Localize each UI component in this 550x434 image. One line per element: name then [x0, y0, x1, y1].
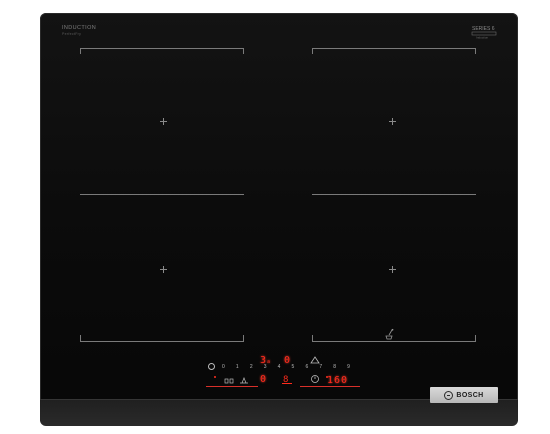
zone-front-left-bottom-marker [80, 341, 244, 343]
power-level-7[interactable]: 7 [319, 364, 322, 370]
power-level-9[interactable]: 9 [347, 364, 350, 370]
power-level-5[interactable]: 5 [292, 364, 295, 370]
zone-front-right-bottom-tick-l [312, 335, 314, 341]
zone-front-left-bottom-tick-r [243, 335, 245, 341]
boost-icon[interactable] [239, 376, 249, 385]
zone-center-mark-rear-right [389, 118, 396, 125]
power-level-0[interactable]: 0 [222, 364, 225, 370]
power-level-4[interactable]: 4 [278, 364, 281, 370]
led-indicator-left [214, 376, 216, 378]
brand-name: BOSCH [456, 391, 484, 399]
power-icon[interactable] [208, 363, 215, 370]
power-level-3[interactable]: 3 [264, 364, 267, 370]
power-level-6[interactable]: 6 [305, 364, 308, 370]
zone-front-left-top-tick-r [243, 48, 245, 54]
control-slider-line-right [300, 386, 360, 387]
flex-zone-icon: 8 [282, 375, 292, 385]
bosch-armature-icon [444, 390, 454, 400]
timer-icon[interactable] [310, 374, 320, 384]
power-level-2[interactable]: 2 [250, 364, 253, 370]
hob-front-frame [40, 399, 518, 426]
zone-divider-right-upper [312, 194, 476, 196]
zone-rear-right-top-tick-l [312, 48, 314, 54]
lock-icon[interactable] [224, 376, 236, 385]
sub-label: PerfectFry [62, 32, 82, 36]
zone-front-right-bottom-tick-r [475, 335, 477, 341]
zone-center-mark-front-right [389, 266, 396, 273]
zone-front-left-top-tick-l [80, 48, 82, 54]
zone-center-mark-rear-left [160, 118, 167, 125]
zone-front-left-top-marker [80, 48, 244, 50]
control-slider-line-left [206, 386, 258, 387]
power-level-slider[interactable]: 0 1 2 3 4 5 6 7 8 9 [222, 364, 350, 370]
induction-label: INDUCTION [62, 25, 97, 31]
power-level-8[interactable]: 8 [333, 364, 336, 370]
display-left-lower-digit: 0 [260, 374, 267, 385]
led-indicator-right [326, 376, 328, 378]
zone-center-mark-front-left [160, 266, 167, 273]
zone-rear-right-top-marker [312, 48, 476, 50]
series-badge-text: SERIES 6 [472, 26, 495, 32]
zone-rear-right-top-tick-r [475, 48, 477, 54]
zone-divider-left-upper [80, 194, 244, 196]
series-logo: SERIES 6 Induction [471, 26, 497, 40]
timer-display: 160 [327, 375, 349, 386]
bosch-logo-badge: BOSCH [430, 387, 498, 403]
series-sub-text: Induction [476, 36, 489, 40]
zone-front-left-bottom-tick-l [80, 335, 82, 341]
power-level-1[interactable]: 1 [236, 364, 239, 370]
zone-front-right-bottom-marker [312, 341, 476, 343]
pan-icon [385, 328, 394, 340]
